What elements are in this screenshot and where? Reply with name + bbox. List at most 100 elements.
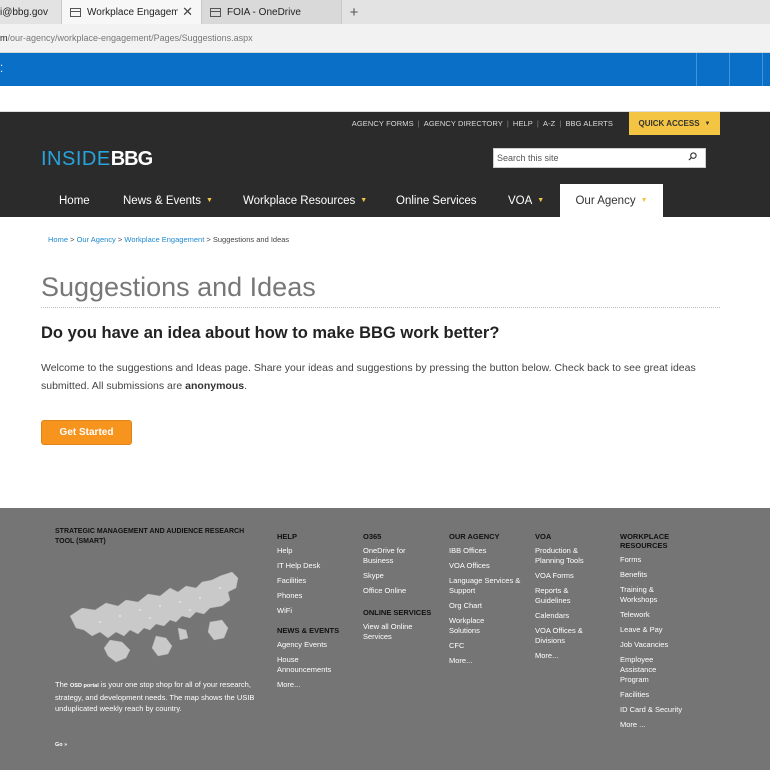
footer-link-calendars[interactable]: Calendars <box>535 611 615 621</box>
site-footer: STRATEGIC MANAGEMENT AND AUDIENCE RESEAR… <box>0 508 770 770</box>
footer-heading-workplace-resources: WORKPLACE RESOURCES <box>620 532 670 550</box>
toplink-agency-forms[interactable]: AGENCY FORMS <box>352 119 414 128</box>
page-title: Suggestions and Ideas <box>41 272 316 302</box>
footer-link-production-tools[interactable]: Production & Planning Tools <box>535 546 595 566</box>
footer-link-facilities-workplace[interactable]: Facilities <box>620 690 715 700</box>
new-tab-button[interactable]: + <box>342 0 366 24</box>
footer-link-leave-pay[interactable]: Leave & Pay <box>620 625 715 635</box>
toplink-agency-directory[interactable]: AGENCY DIRECTORY <box>424 119 503 128</box>
logo-inside: INSIDE <box>41 148 111 170</box>
footer-link-agency-more[interactable]: More... <box>449 656 525 666</box>
footer-col-workplace-resources: WORKPLACE RESOURCES Forms Benefits Train… <box>620 532 715 735</box>
logo-bbg: BBG <box>110 148 153 170</box>
footer-link-reports-guidelines[interactable]: Reports & Guidelines <box>535 586 585 606</box>
app-launcher-icon[interactable]: ⁚ <box>0 64 3 75</box>
footer-link-workplace-more[interactable]: More ... <box>620 720 715 730</box>
footer-link-onedrive[interactable]: OneDrive for Business <box>363 546 423 566</box>
footer-link-benefits[interactable]: Benefits <box>620 570 715 580</box>
footer-col-o365: O365 OneDrive for Business Skype Office … <box>363 532 445 647</box>
toplink-help[interactable]: HELP <box>513 119 533 128</box>
osd-portal-link[interactable]: OSD portal <box>70 683 99 689</box>
breadcrumb: Home > Our Agency > Workplace Engagement… <box>48 235 289 244</box>
smart-description: The OSD portal is your one stop shop for… <box>55 679 255 714</box>
separator: | <box>506 119 509 128</box>
footer-link-house-announcements[interactable]: House Announcements <box>277 655 347 675</box>
footer-link-facilities[interactable]: Facilities <box>277 576 367 586</box>
suite-bar-divider <box>762 53 763 86</box>
browser-tab-workplace-engagement[interactable]: Workplace Engagement ✕ <box>62 0 202 24</box>
footer-link-voa-more[interactable]: More... <box>535 651 615 661</box>
url-path: /our-agency/workplace-engagement/Pages/S… <box>7 33 253 43</box>
world-map-image[interactable] <box>60 558 240 668</box>
site-header: AGENCY FORMS | AGENCY DIRECTORY | HELP |… <box>0 112 770 217</box>
search-input[interactable] <box>497 153 677 163</box>
address-bar[interactable]: m /our-agency/workplace-engagement/Pages… <box>0 24 770 53</box>
nav-home[interactable]: Home <box>59 184 90 217</box>
suite-bar: ⁚ <box>0 53 770 86</box>
browser-tab-foia-onedrive[interactable]: FOIA - OneDrive <box>202 0 342 24</box>
page-icon <box>210 7 221 17</box>
nav-voa[interactable]: VOA ▼ <box>508 184 544 217</box>
footer-link-job-vacancies[interactable]: Job Vacancies <box>620 640 715 650</box>
footer-link-office-online[interactable]: Office Online <box>363 586 445 596</box>
nav-news-events[interactable]: News & Events ▼ <box>123 184 213 217</box>
footer-link-id-card-security[interactable]: ID Card & Security <box>620 705 715 715</box>
browser-tab-label: FOIA - OneDrive <box>227 6 301 18</box>
breadcrumb-workplace-engagement[interactable]: Workplace Engagement <box>124 235 204 244</box>
breadcrumb-separator: > <box>206 235 211 244</box>
site-search <box>493 148 706 168</box>
browser-tab-label: i@bbg.gov <box>0 6 48 18</box>
browser-tab-mail[interactable]: i@bbg.gov <box>0 0 62 24</box>
footer-link-agency-events[interactable]: Agency Events <box>277 640 367 650</box>
separator: | <box>417 119 420 128</box>
page-subheading: Do you have an idea about how to make BB… <box>41 324 500 342</box>
footer-link-training-workshops[interactable]: Training & Workshops <box>620 585 670 605</box>
close-tab-icon[interactable]: ✕ <box>182 4 193 20</box>
footer-link-wifi[interactable]: WiFi <box>277 606 367 616</box>
footer-link-help[interactable]: Help <box>277 546 367 556</box>
footer-link-workplace-solutions[interactable]: Workplace Solutions <box>449 616 499 636</box>
suite-bar-divider <box>696 53 697 86</box>
browser-tabstrip: i@bbg.gov Workplace Engagement ✕ FOIA - … <box>0 0 770 24</box>
footer-link-forms[interactable]: Forms <box>620 555 715 565</box>
site-logo[interactable]: INSIDEBBG <box>41 148 153 171</box>
nav-workplace-resources[interactable]: Workplace Resources ▼ <box>243 184 367 217</box>
footer-col-help: HELP Help IT Help Desk Facilities Phones… <box>277 532 367 695</box>
quick-access-label: QUICK ACCESS <box>638 119 700 128</box>
quick-access-button[interactable]: QUICK ACCESS ▼ <box>629 112 720 135</box>
footer-link-telework[interactable]: Telework <box>620 610 715 620</box>
toplink-a-z[interactable]: A-Z <box>543 119 555 128</box>
nav-label: News & Events <box>123 194 201 207</box>
caret-down-icon: ▼ <box>537 197 545 204</box>
footer-link-news-more[interactable]: More... <box>277 680 367 690</box>
footer-link-employee-assistance[interactable]: Employee Assistance Program <box>620 655 670 685</box>
breadcrumb-current: Suggestions and Ideas <box>212 235 290 244</box>
footer-link-it-help-desk[interactable]: IT Help Desk <box>277 561 367 571</box>
breadcrumb-home[interactable]: Home <box>48 235 68 244</box>
footer-link-voa-forms[interactable]: VOA Forms <box>535 571 615 581</box>
footer-link-language-services[interactable]: Language Services & Support <box>449 576 525 596</box>
footer-link-voa-offices-divisions[interactable]: VOA Offices & Divisions <box>535 626 595 646</box>
separator: | <box>536 119 539 128</box>
get-started-button[interactable]: Get Started <box>41 420 132 445</box>
search-icon[interactable] <box>688 152 697 161</box>
suite-bar-divider <box>729 53 730 86</box>
footer-link-phones[interactable]: Phones <box>277 591 367 601</box>
nav-label: VOA <box>508 194 533 207</box>
footer-link-ibb-offices[interactable]: IBB Offices <box>449 546 525 556</box>
browser-tab-label: Workplace Engagement <box>87 6 179 18</box>
title-divider <box>41 307 720 308</box>
footer-link-cfc[interactable]: CFC <box>449 641 525 651</box>
footer-link-voa-offices[interactable]: VOA Offices <box>449 561 525 571</box>
caret-down-icon: ▼ <box>640 197 648 204</box>
main-nav: Home News & Events ▼ Workplace Resources… <box>0 184 770 217</box>
nav-our-agency[interactable]: Our Agency ▼ <box>560 184 663 217</box>
footer-link-view-online-services[interactable]: View all Online Services <box>363 622 428 642</box>
nav-label: Online Services <box>396 194 477 207</box>
footer-link-skype[interactable]: Skype <box>363 571 445 581</box>
toplink-bbg-alerts[interactable]: BBG ALERTS <box>565 119 613 128</box>
footer-link-org-chart[interactable]: Org Chart <box>449 601 525 611</box>
nav-online-services[interactable]: Online Services <box>396 184 477 217</box>
breadcrumb-our-agency[interactable]: Our Agency <box>77 235 116 244</box>
go-link[interactable]: Go » <box>55 742 67 748</box>
